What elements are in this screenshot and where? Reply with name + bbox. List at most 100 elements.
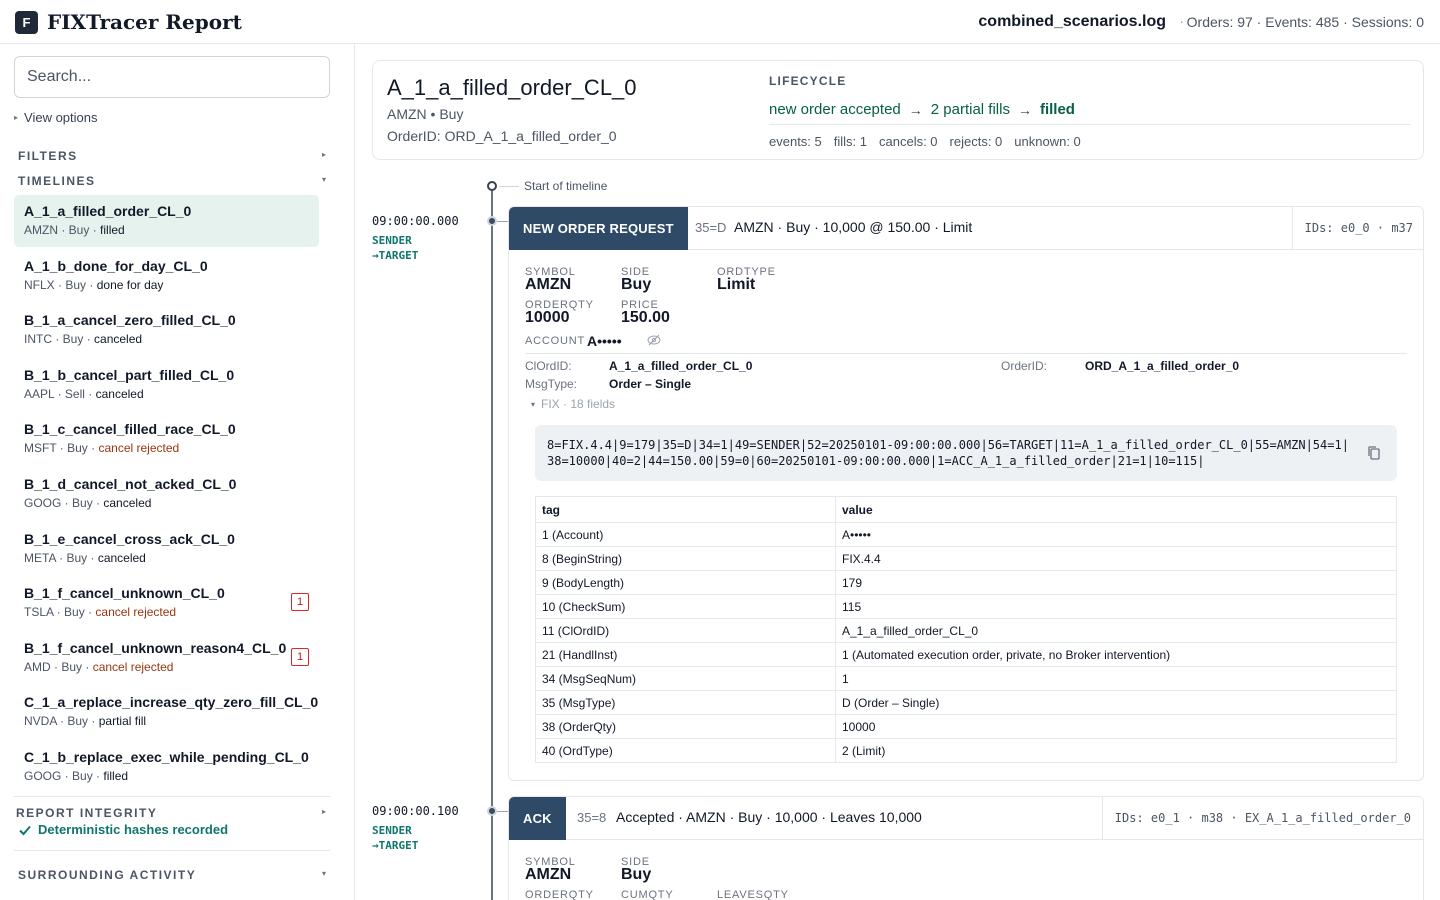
- file-name: combined_scenarios.log: [978, 13, 1166, 30]
- fix-fields-toggle[interactable]: ▾ FIX · 18 fields: [531, 397, 615, 411]
- account-label: ACCOUNT: [525, 335, 585, 347]
- copy-icon[interactable]: [1367, 445, 1381, 461]
- timeline-item[interactable]: B_1_f_cancel_unknown_reason4_CL_0 AMD · B…: [14, 632, 319, 684]
- timeline-item-status: canceled: [94, 332, 143, 347]
- search-input[interactable]: [14, 56, 330, 98]
- clordid-label: ClOrdID:: [525, 359, 572, 373]
- column-header-value: value: [835, 496, 1397, 523]
- caret-right-icon[interactable]: ▸: [322, 150, 326, 159]
- timeline-item-side: Buy: [72, 496, 93, 510]
- timeline-item-status: partial fill: [98, 714, 147, 729]
- caret-down-icon[interactable]: ▾: [322, 869, 326, 878]
- msgtype-value: Order – Single: [609, 377, 692, 391]
- eye-off-icon[interactable]: [647, 334, 661, 346]
- surrounding-section-label[interactable]: SURROUNDING ACTIVITY: [18, 868, 196, 882]
- event-ids: IDs: e0_1 · m38 · EX_A_1_a_filled_order_…: [1101, 797, 1423, 840]
- table-row: 11 (ClOrdID) A_1_a_filled_order_CL_0: [535, 618, 1397, 643]
- integrity-status: Deterministic hashes recorded: [18, 822, 228, 837]
- side-value: Buy: [621, 866, 652, 883]
- arrow-right-icon: →: [1017, 101, 1032, 118]
- app-logo: F: [15, 11, 38, 34]
- timeline-start-label: Start of timeline: [524, 179, 608, 193]
- lifecycle-label: LIFECYCLE: [769, 74, 847, 88]
- table-row: 9 (BodyLength) 179: [535, 570, 1397, 595]
- table-cell-value: 115: [835, 594, 1397, 619]
- timeline-item[interactable]: C_1_b_replace_exec_while_pending_CL_0 GOO…: [14, 741, 319, 793]
- event-time: 09:00:00.000: [372, 214, 459, 228]
- caret-down-icon: ▾: [531, 399, 536, 409]
- event-header[interactable]: ACK 35=8 Accepted · AMZN · Buy · 10,000 …: [509, 797, 1423, 840]
- table-cell-value: D (Order – Single): [835, 690, 1397, 715]
- timeline-item-symbol: META: [24, 550, 56, 565]
- table-row: 10 (CheckSum) 115: [535, 594, 1397, 619]
- table-cell-value: 1: [835, 666, 1397, 691]
- divider: [14, 850, 330, 851]
- table-cell-value: 2 (Limit): [835, 738, 1397, 763]
- timelines-section-label[interactable]: TIMELINES: [18, 174, 96, 188]
- divider: [769, 124, 1410, 125]
- integrity-status-text: Deterministic hashes recorded: [38, 822, 229, 837]
- event-ids: IDs: e0_0 · m37: [1291, 207, 1423, 250]
- caret-right-icon[interactable]: ▸: [322, 807, 326, 816]
- sidebar: ▸ View options FILTERS ▸ TIMELINES ▾ A_1…: [0, 44, 355, 900]
- symbol-value: AMZN: [525, 866, 572, 883]
- timeline-item-side: Buy: [65, 277, 87, 292]
- table-header-row: tag value: [535, 496, 1397, 523]
- table-cell-tag: 40 (OrdType): [535, 738, 836, 763]
- price-value: 150.00: [621, 309, 670, 326]
- timeline-axis: [491, 186, 493, 900]
- timeline-item[interactable]: B_1_c_cancel_filled_race_CL_0 MSFT · Buy …: [14, 413, 319, 465]
- timeline-item[interactable]: B_1_d_cancel_not_acked_CL_0 GOOG · Buy · …: [14, 468, 319, 520]
- event-direction-to: →TARGET: [372, 249, 419, 262]
- timeline-item[interactable]: B_1_f_cancel_unknown_CL_0 TSLA · Buy · ca…: [14, 577, 319, 629]
- table-cell-value: 1 (Automated execution order, private, n…: [835, 642, 1397, 667]
- app-title: FIXTracer Report: [47, 10, 242, 34]
- timeline-item-name: B_1_f_cancel_unknown_CL_0: [24, 585, 225, 602]
- timeline-item[interactable]: B_1_b_cancel_part_filled_CL_0 AAPL · Sell…: [14, 359, 319, 411]
- order-title: A_1_a_filled_order_CL_0: [387, 75, 637, 100]
- timeline-item-meta: NVDA · Buy · partial fill: [24, 714, 147, 729]
- timeline-item-side: Buy: [67, 441, 88, 456]
- divider: [525, 353, 1407, 354]
- timeline-item-name: B_1_b_cancel_part_filled_CL_0: [24, 366, 235, 383]
- filters-section-label[interactable]: FILTERS: [18, 149, 78, 163]
- timeline-item-meta: AAPL · Sell · canceled: [24, 386, 144, 401]
- timeline-item-status: filled: [100, 223, 125, 237]
- timeline-item-name: C_1_a_replace_increase_qty_zero_fill_CL_…: [24, 694, 319, 711]
- timeline-item[interactable]: B_1_e_cancel_cross_ack_CL_0 META · Buy · …: [14, 523, 319, 575]
- table-row: 38 (OrderQty) 10000: [535, 714, 1397, 739]
- symbol-value: AMZN: [525, 276, 572, 293]
- table-cell-tag: 10 (CheckSum): [535, 594, 836, 619]
- timeline-item[interactable]: A_1_a_filled_order_CL_0 AMZN · Buy · fill…: [14, 195, 319, 247]
- event-summary: AMZN · Buy · 10,000 @ 150.00 · Limit: [734, 219, 973, 235]
- header-separator: ·: [1179, 13, 1184, 29]
- timeline-item-status: done for day: [96, 277, 164, 292]
- integrity-section-label[interactable]: REPORT INTEGRITY: [16, 806, 157, 820]
- view-options-toggle[interactable]: ▸ View options: [14, 110, 98, 125]
- timeline-item-status: canceled: [97, 550, 146, 565]
- table-row: 35 (MsgType) D (Order – Single): [535, 690, 1397, 715]
- side-value: Buy: [621, 276, 652, 293]
- event-time: 09:00:00.100: [372, 804, 459, 818]
- divider: [14, 796, 330, 797]
- timeline-item-status: cancel rejected: [98, 441, 180, 456]
- timeline-item[interactable]: A_1_b_done_for_day_CL_0 NFLX · Buy · done…: [14, 250, 319, 302]
- table-cell-value: A•••••: [835, 522, 1397, 547]
- event-card[interactable]: ACK 35=8 Accepted · AMZN · Buy · 10,000 …: [508, 796, 1424, 900]
- timeline-item-name: A_1_b_done_for_day_CL_0: [24, 257, 208, 274]
- order-id: OrderID: ORD_A_1_a_filled_order_0: [387, 128, 617, 144]
- timeline-item-name: A_1_a_filled_order_CL_0: [24, 203, 192, 219]
- timeline-item-status: cancel rejected: [95, 605, 177, 620]
- event-card[interactable]: NEW ORDER REQUEST 35=D AMZN · Buy · 10,0…: [508, 206, 1424, 781]
- caret-down-icon[interactable]: ▾: [322, 175, 326, 184]
- header-stats: Orders: 97 · Events: 485 · Sessions: 0: [1186, 14, 1424, 30]
- timeline-item-meta: TSLA · Buy · cancel rejected: [24, 605, 177, 620]
- event-header[interactable]: NEW ORDER REQUEST 35=D AMZN · Buy · 10,0…: [509, 207, 1423, 250]
- stat-fills: fills: 1: [833, 134, 867, 149]
- orderid-value: ORD_A_1_a_filled_order_0: [1085, 359, 1240, 373]
- timeline-item[interactable]: C_1_a_replace_increase_qty_zero_fill_CL_…: [14, 686, 319, 738]
- timeline-item[interactable]: B_1_a_cancel_zero_filled_CL_0 INTC · Buy …: [14, 304, 319, 356]
- event-msgtype: 35=8: [577, 810, 607, 825]
- table-cell-tag: 11 (ClOrdID): [535, 618, 836, 643]
- timeline-item-name: C_1_b_replace_exec_while_pending_CL_0: [24, 749, 309, 765]
